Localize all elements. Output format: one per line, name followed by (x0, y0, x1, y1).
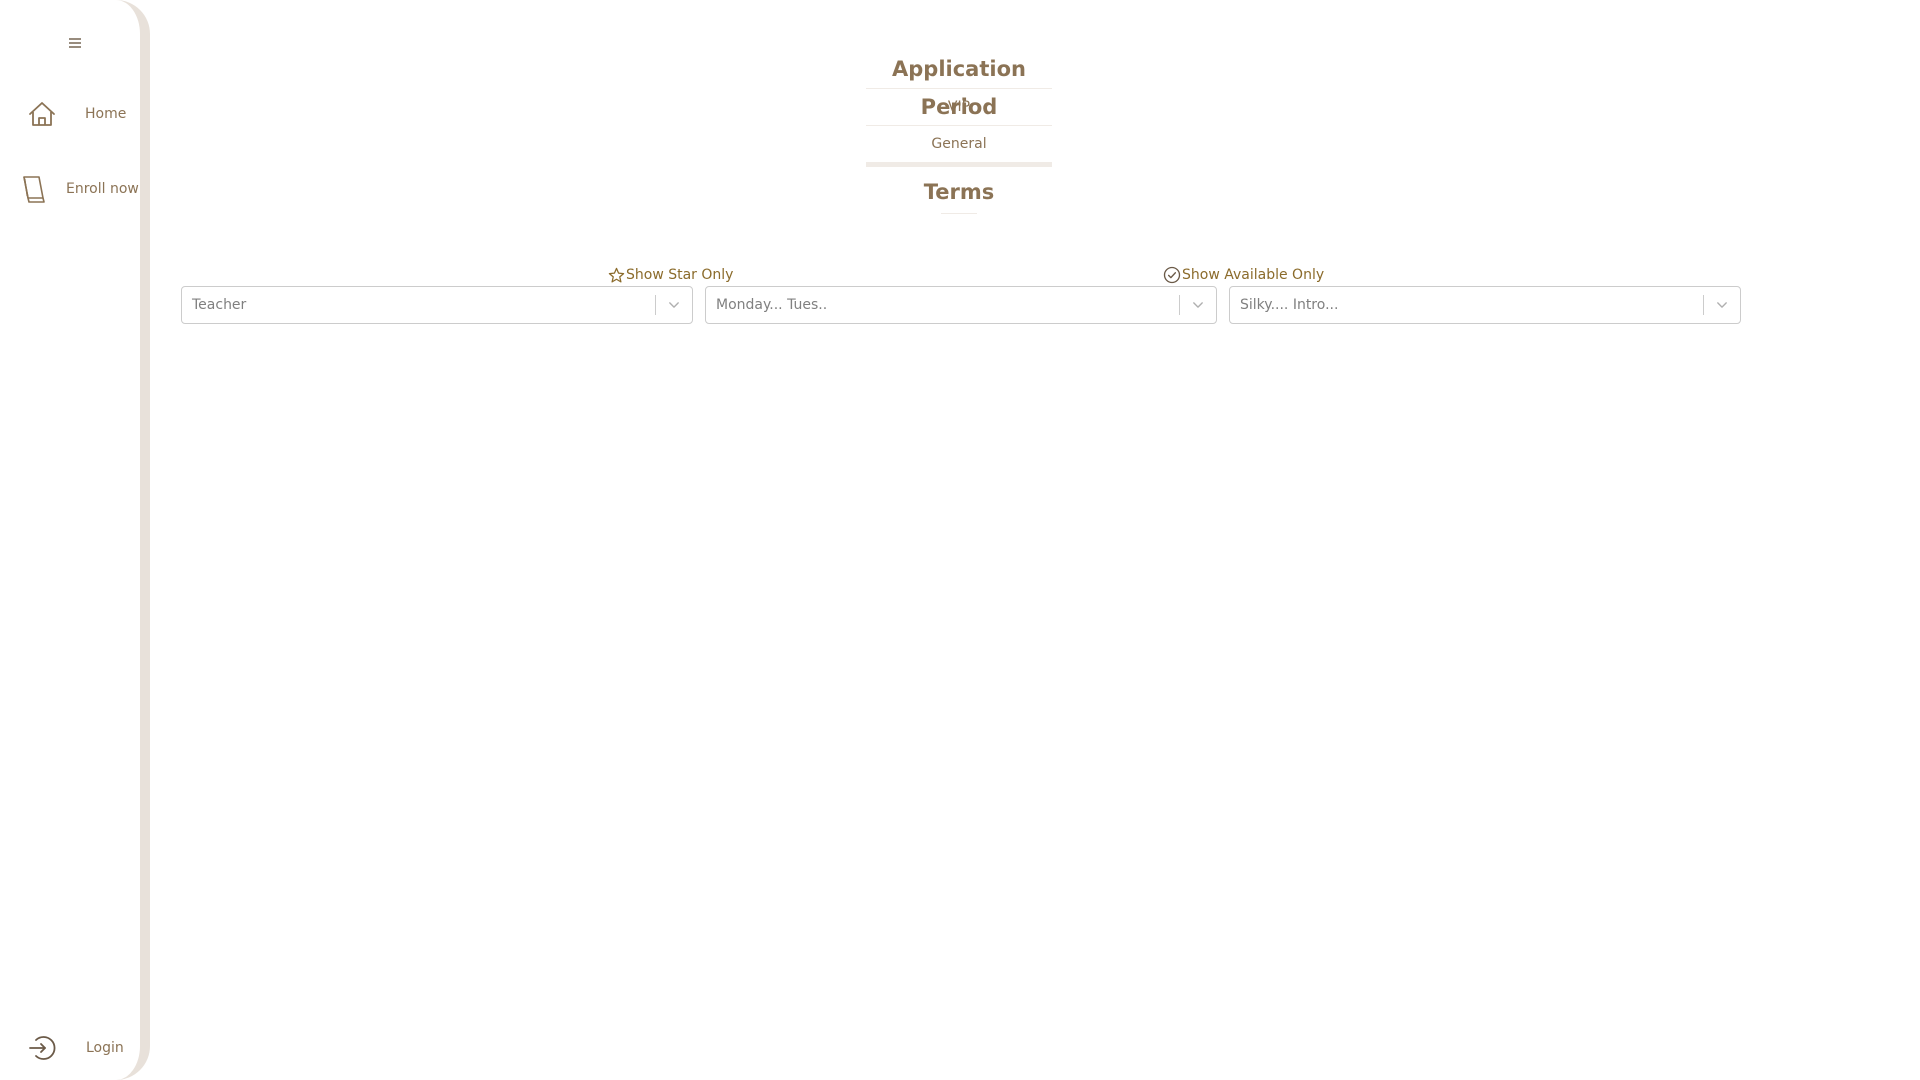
sidebar-item-label: Home (85, 106, 127, 122)
select-separator (1179, 295, 1180, 315)
sidebar: Home Enroll now Login (0, 0, 150, 1080)
day-select-placeholder: Monday... Tues.. (716, 297, 828, 313)
star-icon (608, 267, 625, 283)
show-star-only-label: Show Star Only (626, 267, 734, 283)
chevron-down-icon[interactable] (1188, 295, 1208, 315)
show-available-only-label: Show Available Only (1182, 267, 1325, 283)
chevron-down-icon[interactable] (1712, 295, 1732, 315)
sidebar-item-login[interactable]: Login (0, 1026, 140, 1070)
application-period-panel: Application Period VIP General Terms (866, 50, 1052, 214)
sidebar-item-label: Enroll now (66, 181, 139, 197)
period-option-general[interactable]: General (866, 125, 1052, 162)
application-period-title: Application Period (892, 57, 1026, 119)
sidebar-item-label: Login (86, 1040, 124, 1056)
terms-title: Terms (923, 180, 995, 204)
home-icon (26, 98, 58, 130)
teacher-select-placeholder: Teacher (192, 297, 247, 313)
period-divider (866, 162, 1052, 167)
class-select-placeholder: Silky.... Intro... (1240, 297, 1339, 313)
hamburger-icon (69, 38, 81, 48)
teacher-select[interactable]: Teacher (181, 286, 693, 324)
book-icon (18, 173, 50, 205)
show-star-only-toggle[interactable]: Show Star Only (608, 265, 733, 285)
sidebar-item-home[interactable]: Home (0, 92, 140, 136)
menu-toggle-button[interactable] (64, 32, 86, 54)
period-option-vip[interactable]: VIP (866, 88, 1052, 125)
main-content: Application Period VIP General Terms Sho… (160, 0, 1920, 1080)
sidebar-item-enroll[interactable]: Enroll now (0, 167, 140, 211)
chevron-down-icon[interactable] (664, 295, 684, 315)
show-available-only-toggle[interactable]: Show Available Only (1163, 265, 1324, 285)
class-select[interactable]: Silky.... Intro... (1229, 286, 1741, 324)
login-icon (26, 1032, 58, 1064)
check-circle-icon (1163, 266, 1181, 284)
terms-divider (941, 213, 977, 214)
select-separator (655, 295, 656, 315)
select-separator (1703, 295, 1704, 315)
day-select[interactable]: Monday... Tues.. (705, 286, 1217, 324)
